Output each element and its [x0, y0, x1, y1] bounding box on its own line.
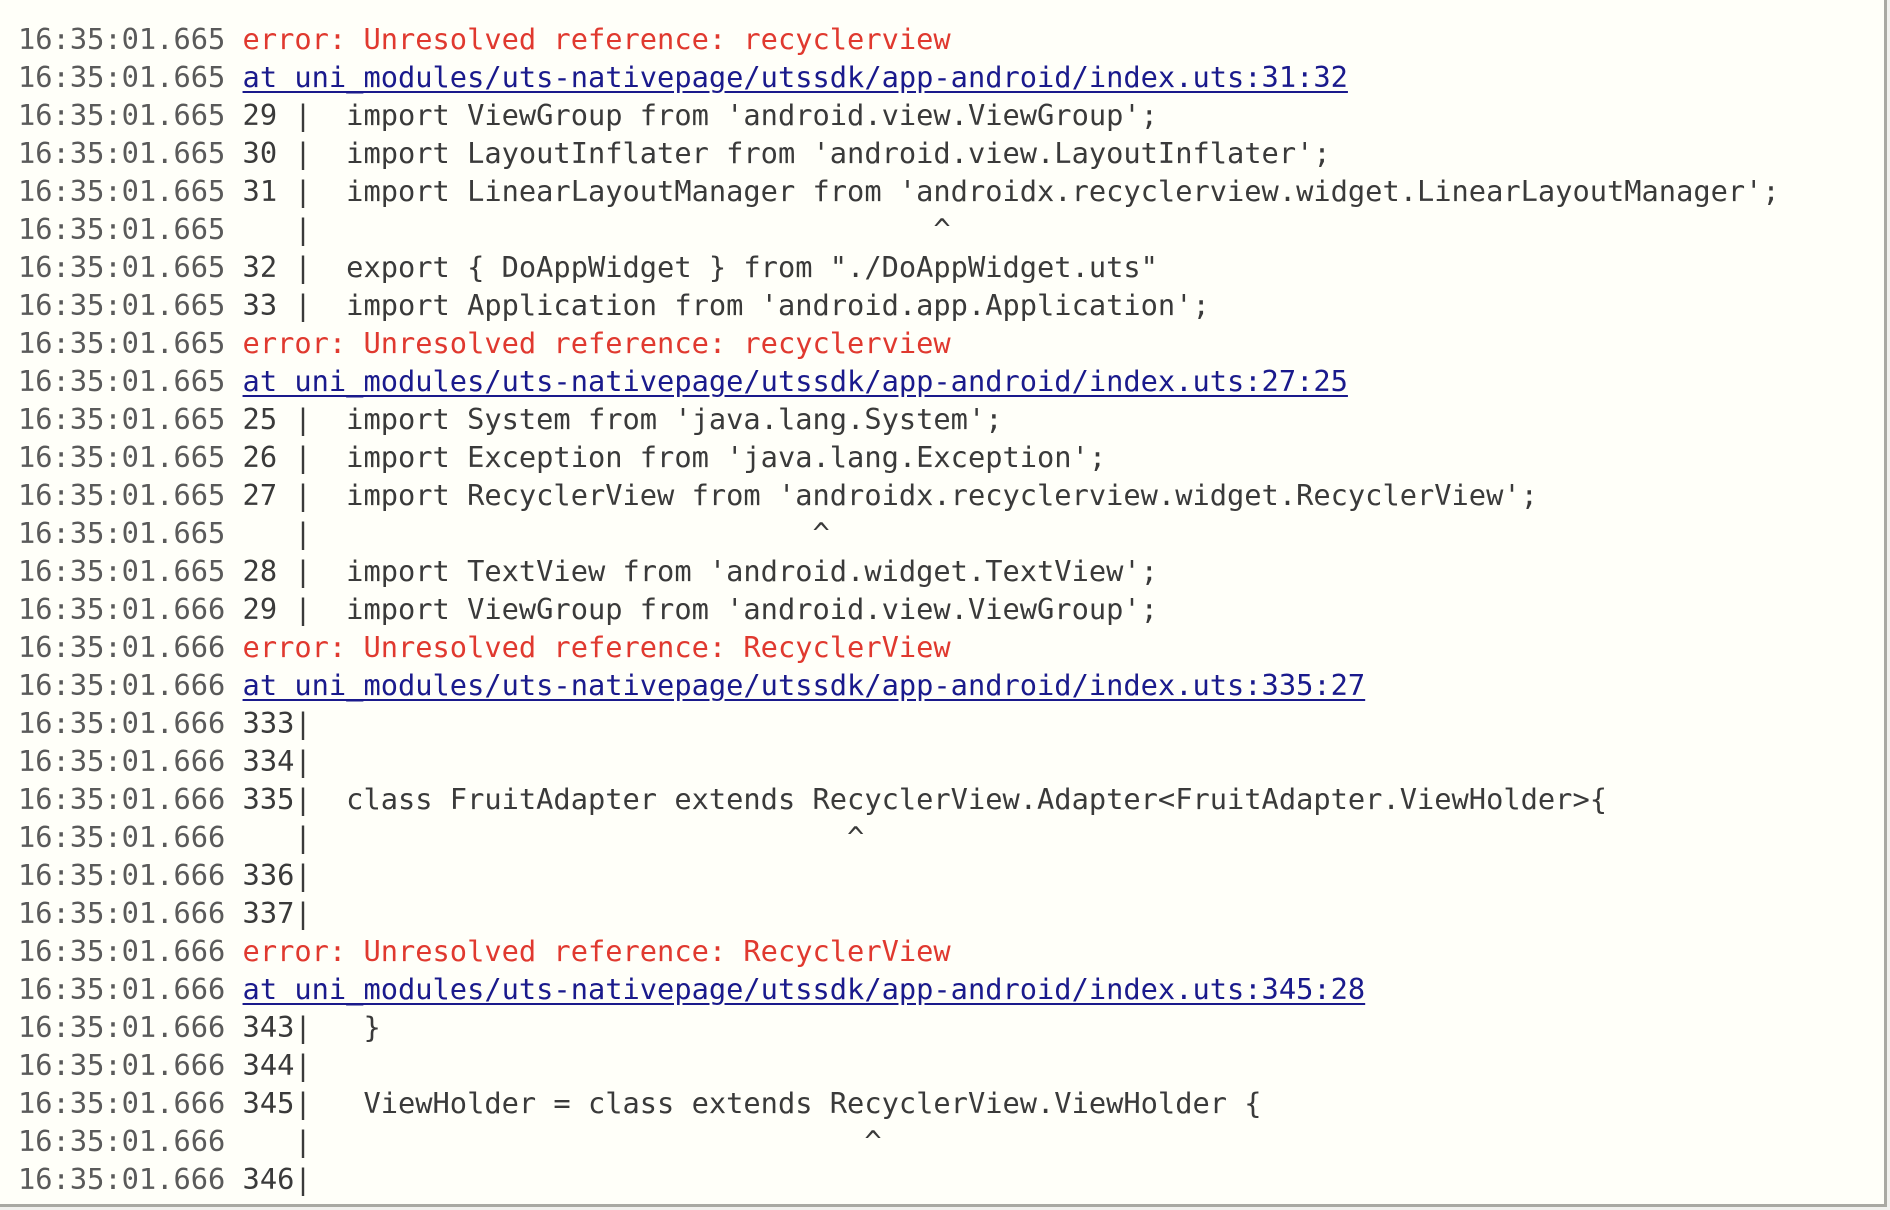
log-code-line: 16:35:01.665 29 | import ViewGroup from … — [18, 96, 1780, 134]
log-code-line: 16:35:01.666 337| — [18, 894, 1780, 932]
source-location-link[interactable]: at uni_modules/uts-nativepage/utssdk/app… — [243, 364, 1348, 398]
log-timestamp: 16:35:01.665 — [18, 478, 226, 512]
code-snippet: 25 | import System from 'java.lang.Syste… — [242, 402, 1003, 436]
log-location-line: 16:35:01.666 at uni_modules/uts-nativepa… — [18, 970, 1780, 1008]
log-timestamp: 16:35:01.665 — [18, 288, 226, 322]
code-snippet: 31 | import LinearLayoutManager from 'an… — [242, 174, 1780, 208]
log-code-line: 16:35:01.666 334| — [18, 742, 1780, 780]
code-snippet: 333| — [242, 706, 312, 740]
log-code-line: 16:35:01.665 26 | import Exception from … — [18, 438, 1780, 476]
log-timestamp: 16:35:01.665 — [18, 554, 226, 588]
log-code-line: 16:35:01.666 344| — [18, 1046, 1780, 1084]
log-timestamp: 16:35:01.666 — [18, 630, 226, 664]
log-timestamp: 16:35:01.665 — [18, 212, 226, 246]
log-location-line: 16:35:01.666 at uni_modules/uts-nativepa… — [18, 666, 1780, 704]
log-error-line: 16:35:01.665 error: Unresolved reference… — [18, 20, 1780, 58]
log-error-line: 16:35:01.665 error: Unresolved reference… — [18, 324, 1780, 362]
log-code-line: 16:35:01.665 | ^ — [18, 514, 1780, 552]
code-snippet: 335| class FruitAdapter extends Recycler… — [242, 782, 1607, 816]
log-timestamp: 16:35:01.666 — [18, 896, 226, 930]
error-message: error: Unresolved reference: RecyclerVie… — [242, 630, 951, 664]
log-timestamp: 16:35:01.665 — [18, 98, 226, 132]
source-location-link[interactable]: at uni_modules/uts-nativepage/utssdk/app… — [243, 60, 1348, 94]
log-code-line: 16:35:01.666 333| — [18, 704, 1780, 742]
log-timestamp: 16:35:01.666 — [18, 934, 226, 968]
log-code-line: 16:35:01.666 345| ViewHolder = class ext… — [18, 1084, 1780, 1122]
code-snippet: | ^ — [242, 516, 830, 550]
code-snippet: 337| — [242, 896, 312, 930]
log-timestamp: 16:35:01.666 — [18, 1048, 226, 1082]
code-snippet: 27 | import RecyclerView from 'androidx.… — [242, 478, 1538, 512]
code-snippet: 343| } — [242, 1010, 381, 1044]
code-snippet: | ^ — [242, 212, 951, 246]
log-code-line: 16:35:01.665 32 | export { DoAppWidget }… — [18, 248, 1780, 286]
log-timestamp: 16:35:01.665 — [18, 402, 226, 436]
log-code-line: 16:35:01.666 | ^ — [18, 1122, 1780, 1160]
code-snippet: 28 | import TextView from 'android.widge… — [242, 554, 1158, 588]
source-location-link[interactable]: at uni_modules/uts-nativepage/utssdk/app… — [243, 668, 1366, 702]
log-code-line: 16:35:01.666 | ^ — [18, 818, 1780, 856]
log-timestamp: 16:35:01.666 — [18, 592, 226, 626]
code-snippet: 346| — [242, 1162, 312, 1196]
log-timestamp: 16:35:01.665 — [18, 22, 226, 56]
console-output: 16:35:01.665 error: Unresolved reference… — [0, 0, 1887, 1207]
code-snippet: 29 | import ViewGroup from 'android.view… — [242, 592, 1158, 626]
log-code-line: 16:35:01.665 27 | import RecyclerView fr… — [18, 476, 1780, 514]
code-snippet: 33 | import Application from 'android.ap… — [242, 288, 1210, 322]
log-code-line: 16:35:01.666 343| } — [18, 1008, 1780, 1046]
code-snippet: 344| — [242, 1048, 312, 1082]
log-timestamp: 16:35:01.666 — [18, 972, 226, 1006]
log-code-line: 16:35:01.666 346| — [18, 1160, 1780, 1198]
error-message: error: Unresolved reference: recyclervie… — [242, 326, 951, 360]
log-code-line: 16:35:01.666 29 | import ViewGroup from … — [18, 590, 1780, 628]
source-location-link[interactable]: at uni_modules/uts-nativepage/utssdk/app… — [243, 972, 1366, 1006]
log-code-line: 16:35:01.665 25 | import System from 'ja… — [18, 400, 1780, 438]
log-timestamp: 16:35:01.666 — [18, 858, 226, 892]
log-timestamp: 16:35:01.666 — [18, 1124, 226, 1158]
log-timestamp: 16:35:01.666 — [18, 1010, 226, 1044]
log-timestamp: 16:35:01.665 — [18, 326, 226, 360]
log-timestamp: 16:35:01.666 — [18, 668, 226, 702]
log-timestamp: 16:35:01.666 — [18, 782, 226, 816]
error-message: error: Unresolved reference: recyclervie… — [242, 22, 951, 56]
log-location-line: 16:35:01.665 at uni_modules/uts-nativepa… — [18, 58, 1780, 96]
log-timestamp: 16:35:01.665 — [18, 174, 226, 208]
log-location-line: 16:35:01.665 at uni_modules/uts-nativepa… — [18, 362, 1780, 400]
log-timestamp: 16:35:01.665 — [18, 516, 226, 550]
log-timestamp: 16:35:01.665 — [18, 440, 226, 474]
log-lines: 16:35:01.665 error: Unresolved reference… — [18, 20, 1780, 1198]
log-timestamp: 16:35:01.665 — [18, 136, 226, 170]
code-snippet: 26 | import Exception from 'java.lang.Ex… — [242, 440, 1107, 474]
log-timestamp: 16:35:01.666 — [18, 744, 226, 778]
code-snippet: 345| ViewHolder = class extends Recycler… — [242, 1086, 1262, 1120]
code-snippet: | ^ — [242, 1124, 882, 1158]
code-snippet: 29 | import ViewGroup from 'android.view… — [242, 98, 1158, 132]
code-snippet: 336| — [242, 858, 312, 892]
log-timestamp: 16:35:01.665 — [18, 60, 226, 94]
log-code-line: 16:35:01.666 335| class FruitAdapter ext… — [18, 780, 1780, 818]
log-code-line: 16:35:01.665 33 | import Application fro… — [18, 286, 1780, 324]
log-code-line: 16:35:01.665 31 | import LinearLayoutMan… — [18, 172, 1780, 210]
log-timestamp: 16:35:01.666 — [18, 706, 226, 740]
log-error-line: 16:35:01.666 error: Unresolved reference… — [18, 932, 1780, 970]
log-timestamp: 16:35:01.665 — [18, 364, 226, 398]
error-message: error: Unresolved reference: RecyclerVie… — [242, 934, 951, 968]
log-timestamp: 16:35:01.666 — [18, 1162, 226, 1196]
log-code-line: 16:35:01.665 30 | import LayoutInflater … — [18, 134, 1780, 172]
log-timestamp: 16:35:01.665 — [18, 250, 226, 284]
code-snippet: 334| — [242, 744, 312, 778]
log-timestamp: 16:35:01.666 — [18, 1086, 226, 1120]
log-timestamp: 16:35:01.666 — [18, 820, 226, 854]
log-error-line: 16:35:01.666 error: Unresolved reference… — [18, 628, 1780, 666]
code-snippet: 30 | import LayoutInflater from 'android… — [242, 136, 1331, 170]
log-code-line: 16:35:01.665 28 | import TextView from '… — [18, 552, 1780, 590]
code-snippet: 32 | export { DoAppWidget } from "./DoAp… — [242, 250, 1158, 284]
code-snippet: | ^ — [242, 820, 865, 854]
log-code-line: 16:35:01.665 | ^ — [18, 210, 1780, 248]
log-code-line: 16:35:01.666 336| — [18, 856, 1780, 894]
